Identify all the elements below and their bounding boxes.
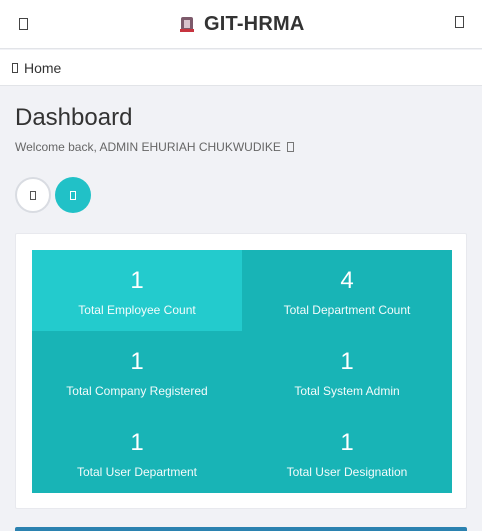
- stat-value: 1: [340, 347, 354, 375]
- stat-user-designation[interactable]: 1 Total User Designation: [242, 412, 452, 493]
- stat-value: 1: [340, 428, 354, 456]
- stat-label: Total System Admin: [294, 383, 400, 398]
- stat-value: 1: [130, 266, 144, 294]
- next-panel-header: [15, 527, 467, 531]
- stat-system-admin[interactable]: 1 Total System Admin: [242, 331, 452, 412]
- app-logo: [178, 15, 196, 33]
- stat-employee-count[interactable]: 1 Total Employee Count: [32, 250, 242, 331]
- home-icon: [12, 62, 18, 73]
- stat-label: Total User Department: [76, 464, 198, 479]
- page-title: Dashboard: [15, 104, 133, 131]
- menu-icon[interactable]: [16, 15, 30, 33]
- user-info-icon: [286, 142, 294, 152]
- stat-label: Total Department Count: [283, 302, 411, 317]
- stat-label: Total Employee Count: [78, 302, 196, 317]
- breadcrumb: Home: [0, 50, 482, 86]
- top-navbar: GIT-HRMA: [0, 0, 482, 49]
- stat-value: 4: [340, 266, 354, 294]
- stat-value: 1: [130, 428, 144, 456]
- breadcrumb-home-link[interactable]: Home: [24, 60, 61, 76]
- stat-label: Total User Designation: [286, 464, 408, 479]
- user-icon[interactable]: [455, 16, 464, 28]
- welcome-message: Welcome back, ADMIN EHURIAH CHUKWUDIKE: [15, 140, 294, 154]
- stat-company-registered[interactable]: 1 Total Company Registered: [32, 331, 242, 412]
- stat-user-department[interactable]: 1 Total User Department: [32, 412, 242, 493]
- action-icon: [30, 190, 36, 200]
- stat-label: Total Company Registered: [66, 383, 208, 398]
- app-title: GIT-HRMA: [204, 12, 305, 35]
- stat-value: 1: [130, 347, 144, 375]
- action-button-primary[interactable]: [15, 177, 51, 213]
- stats-grid: 1 Total Employee Count 4 Total Departmen…: [32, 250, 452, 493]
- action-button-secondary[interactable]: [55, 177, 91, 213]
- welcome-text: Welcome back, ADMIN EHURIAH CHUKWUDIKE: [15, 140, 281, 154]
- brand[interactable]: GIT-HRMA: [178, 12, 304, 36]
- stats-card: 1 Total Employee Count 4 Total Departmen…: [15, 233, 467, 509]
- stat-department-count[interactable]: 4 Total Department Count: [242, 250, 452, 331]
- action-icon: [70, 190, 76, 200]
